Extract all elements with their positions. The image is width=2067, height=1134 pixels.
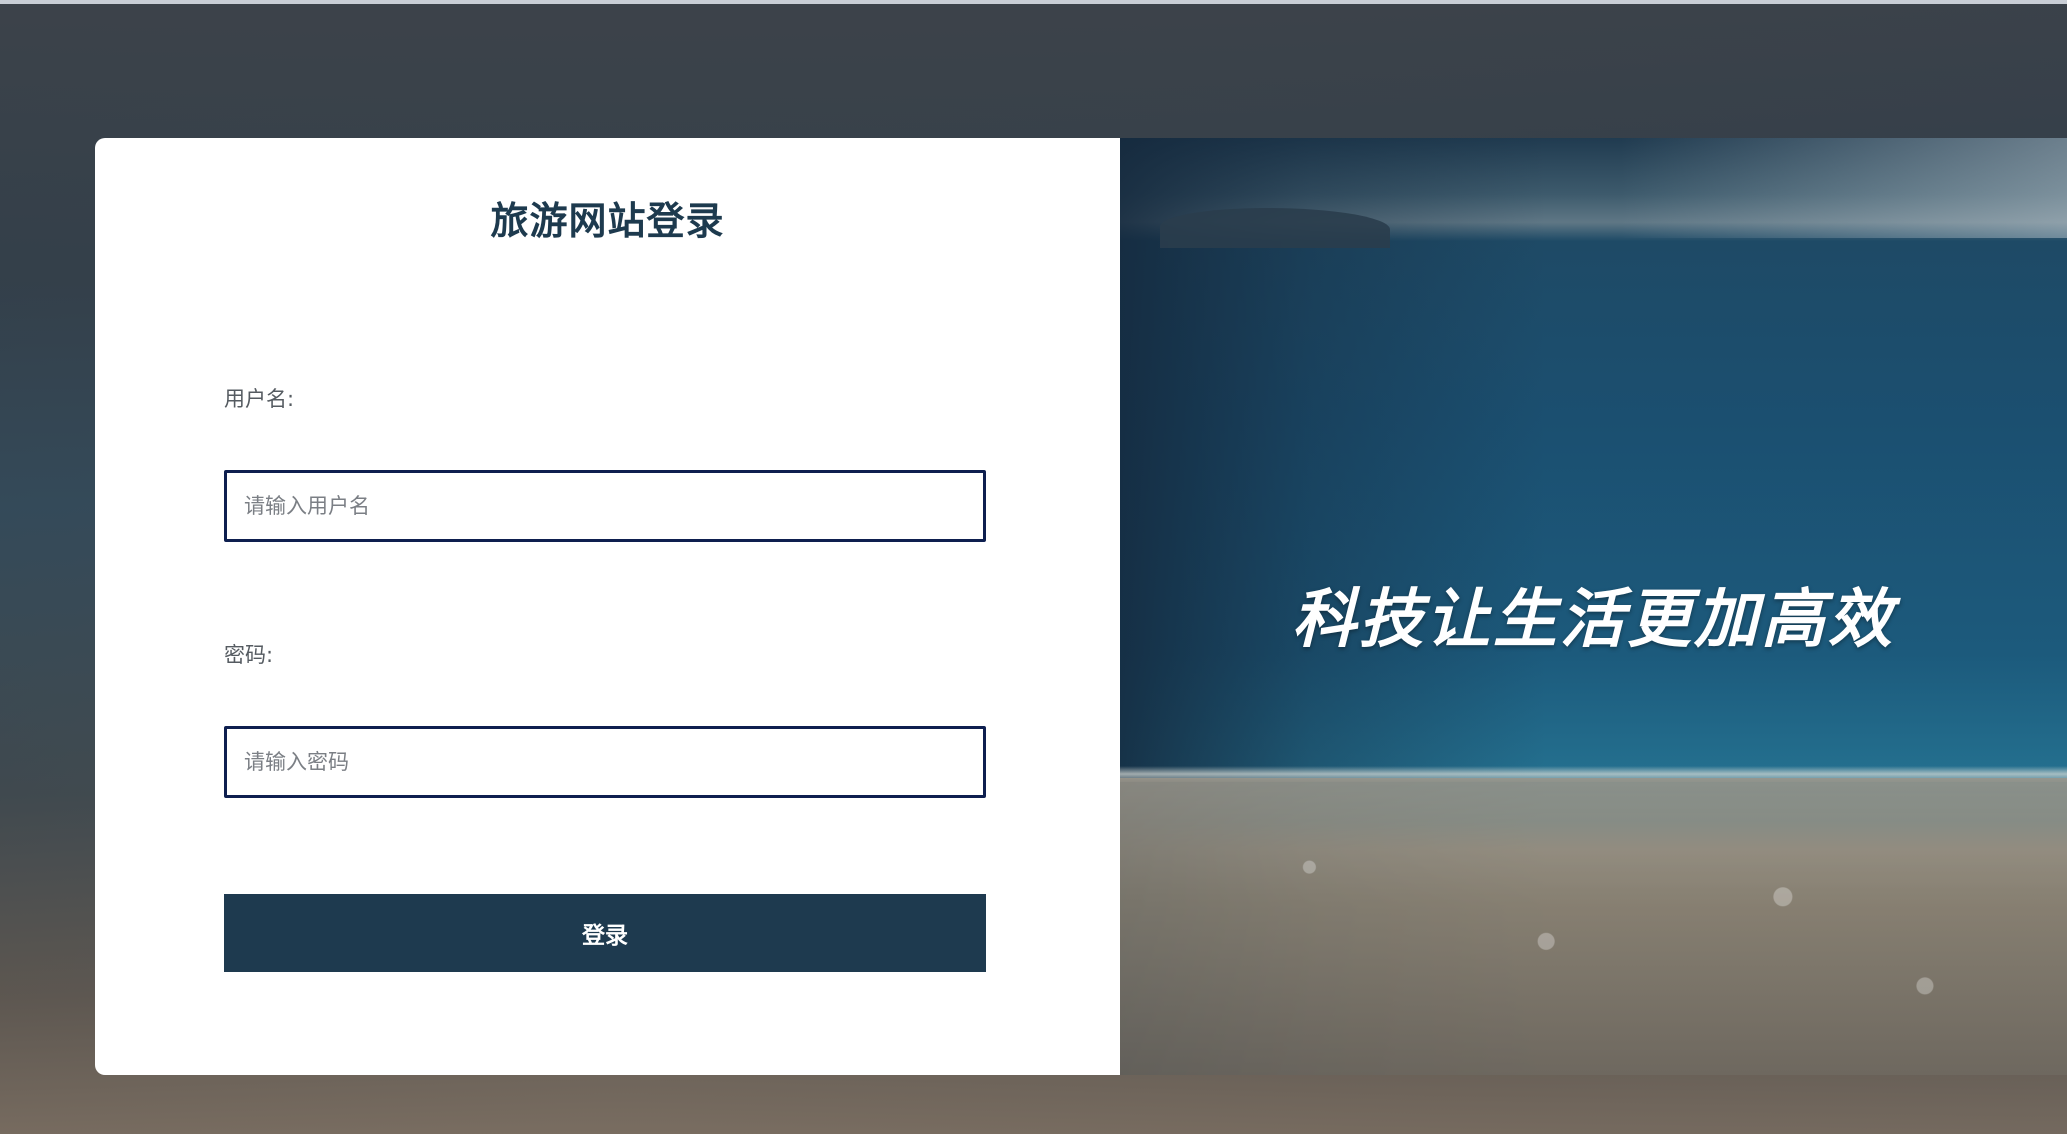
beach-area — [1120, 778, 2067, 1075]
password-label: 密码: — [224, 643, 274, 667]
login-panel: 旅游网站登录 用户名: 密码: 登录 — [95, 138, 1120, 1075]
browser-top-edge — [0, 0, 2067, 4]
username-input[interactable] — [224, 470, 986, 542]
distant-mountain — [1160, 208, 1390, 248]
username-label: 用户名: — [224, 387, 295, 411]
sky-glow — [1620, 138, 2067, 238]
hero-slogan: 科技让生活更加高效 — [1292, 583, 1895, 657]
login-title: 旅游网站登录 — [490, 199, 725, 243]
login-button[interactable]: 登录 — [224, 894, 986, 972]
password-input[interactable] — [224, 726, 986, 798]
hero-image-panel: 科技让生活更加高效 — [1120, 138, 2067, 1075]
